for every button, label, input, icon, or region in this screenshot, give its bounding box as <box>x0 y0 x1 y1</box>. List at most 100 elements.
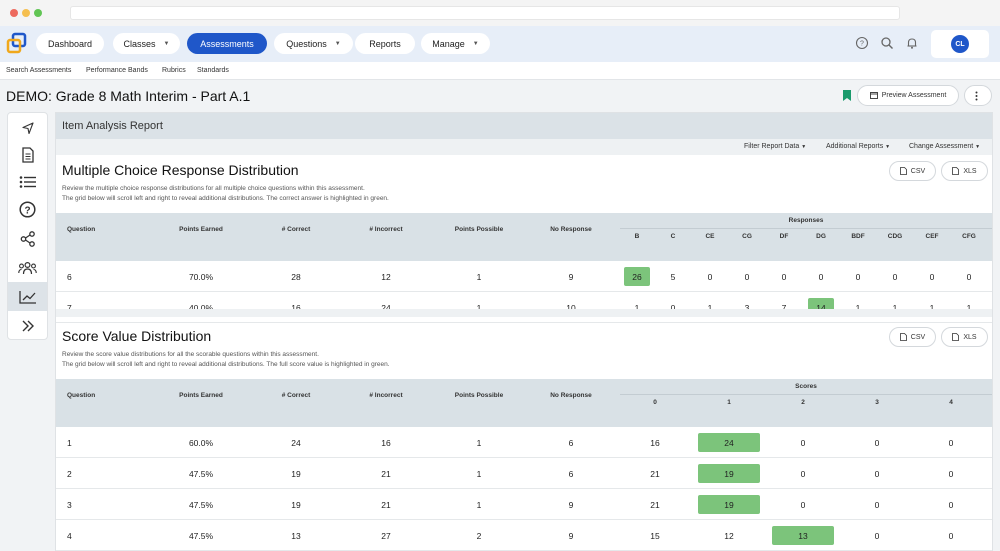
column-header-correct[interactable]: # Correct <box>256 392 336 399</box>
rail-share[interactable] <box>8 224 47 253</box>
column-header-points-earned[interactable]: Points Earned <box>161 392 241 399</box>
column-header-question[interactable]: Question <box>67 226 95 233</box>
mc-section-title: Multiple Choice Response Distribution <box>62 162 299 178</box>
chevron-down-icon: ▼ <box>801 144 807 150</box>
column-header-response[interactable]: CFG <box>949 233 989 240</box>
rail-document[interactable] <box>8 140 47 169</box>
mc-description-line-2: The grid below will scroll left and righ… <box>62 195 389 202</box>
cell-value: 1 <box>855 302 861 313</box>
app-logo-icon[interactable] <box>6 32 28 54</box>
browser-chrome <box>0 0 1000 26</box>
search-icon[interactable] <box>880 36 894 50</box>
column-header-score[interactable]: 1 <box>709 399 749 406</box>
cell-incorrect: 21 <box>381 499 391 510</box>
mc-csv-button[interactable]: CSV <box>889 161 936 181</box>
column-header-no-response[interactable]: No Response <box>531 226 611 233</box>
svg-text:?: ? <box>860 41 864 48</box>
column-header-points-earned[interactable]: Points Earned <box>161 226 241 233</box>
column-header-score[interactable]: 0 <box>635 399 675 406</box>
subnav-search-assessments[interactable]: Search Assessments <box>6 67 71 74</box>
nav-classes[interactable]: Classes ▼ <box>113 33 180 54</box>
table-row: 3 47.5% 19 21 1 9 21 19 0 0 0 <box>56 489 992 520</box>
nav-questions[interactable]: Questions ▼ <box>274 33 353 54</box>
subnav-rubrics[interactable]: Rubrics <box>162 67 186 74</box>
column-header-points-possible[interactable]: Points Possible <box>439 226 519 233</box>
grid-header: Question Points Earned # Correct # Incorrec… <box>56 213 992 261</box>
file-icon <box>899 333 907 341</box>
cell-value: 0 <box>781 271 787 282</box>
column-header-incorrect[interactable]: # Incorrect <box>346 392 426 399</box>
filter-report-data-menu[interactable]: Filter Report Data ▼ <box>744 143 806 150</box>
cell-value: 0 <box>818 271 824 282</box>
subnav-performance-bands[interactable]: Performance Bands <box>86 67 148 74</box>
table-row: 1 60.0% 24 16 1 6 16 24 0 0 0 <box>56 427 992 458</box>
column-header-correct[interactable]: # Correct <box>256 226 336 233</box>
cell-incorrect: 12 <box>381 271 391 282</box>
cell-no-response: 6 <box>568 468 574 479</box>
column-header-response[interactable]: DF <box>764 233 804 240</box>
cell-incorrect: 21 <box>381 468 391 479</box>
column-header-score[interactable]: 4 <box>931 399 971 406</box>
column-header-score[interactable]: 3 <box>857 399 897 406</box>
nav-assessments[interactable]: Assessments <box>187 33 267 54</box>
column-header-question[interactable]: Question <box>67 392 95 399</box>
rail-chart[interactable] <box>8 282 47 311</box>
cell-incorrect: 24 <box>381 302 391 313</box>
column-header-response[interactable]: CEF <box>912 233 952 240</box>
column-group-header: Responses <box>788 217 824 224</box>
bell-icon[interactable] <box>905 36 919 50</box>
cell-no-response: 9 <box>568 499 574 510</box>
address-bar[interactable] <box>70 6 900 20</box>
rail-list[interactable] <box>8 167 47 196</box>
mc-xls-button[interactable]: XLS <box>941 161 988 181</box>
nav-label: Questions <box>286 38 327 49</box>
maximize-window-icon[interactable] <box>34 9 42 17</box>
column-header-response[interactable]: B <box>617 233 657 240</box>
table-row: 7 40.0% 16 24 1 10 1 0 1 3 7 14 1 1 1 1 <box>56 292 992 323</box>
cell-value: 0 <box>948 468 954 479</box>
cell-value: 16 <box>650 437 660 448</box>
cell-value: 15 <box>650 530 660 541</box>
section-divider <box>56 309 992 317</box>
cell-value: 13 <box>798 530 808 541</box>
user-menu[interactable]: CL <box>931 30 989 58</box>
column-header-response[interactable]: DG <box>801 233 841 240</box>
minimize-window-icon[interactable] <box>22 9 30 17</box>
bookmark-icon[interactable] <box>843 90 851 101</box>
preview-assessment-button[interactable]: Preview Assessment <box>857 85 959 106</box>
more-options-button[interactable] <box>964 85 992 106</box>
rail-question[interactable]: ? <box>8 195 47 224</box>
column-header-no-response[interactable]: No Response <box>531 392 611 399</box>
column-header-points-possible[interactable]: Points Possible <box>439 392 519 399</box>
rail-navigate[interactable] <box>8 113 47 142</box>
close-window-icon[interactable] <box>10 9 18 17</box>
rail-expand[interactable] <box>8 311 47 340</box>
cell-value: 0 <box>855 271 861 282</box>
additional-reports-menu[interactable]: Additional Reports ▼ <box>826 143 890 150</box>
csv-label: CSV <box>910 167 926 175</box>
help-icon[interactable]: ? <box>855 36 869 50</box>
column-header-response[interactable]: BDF <box>838 233 878 240</box>
column-header-response[interactable]: CDG <box>875 233 915 240</box>
column-header-response[interactable]: CG <box>727 233 767 240</box>
column-header-score[interactable]: 2 <box>783 399 823 406</box>
cell-value: 0 <box>707 271 713 282</box>
column-header-response[interactable]: CE <box>690 233 730 240</box>
rail-users[interactable] <box>8 253 47 282</box>
sv-csv-button[interactable]: CSV <box>889 327 936 347</box>
column-header-response[interactable]: C <box>653 233 693 240</box>
column-header-incorrect[interactable]: # Incorrect <box>346 226 426 233</box>
nav-dashboard[interactable]: Dashboard <box>36 33 104 54</box>
cell-value: 0 <box>874 499 880 510</box>
nav-reports[interactable]: Reports <box>355 33 415 54</box>
subnav-standards[interactable]: Standards <box>197 67 229 74</box>
sv-xls-button[interactable]: XLS <box>941 327 988 347</box>
nav-manage[interactable]: Manage ▼ <box>421 33 490 54</box>
cell-value: 1 <box>707 302 713 313</box>
cell-value: 1 <box>634 302 640 313</box>
change-assessment-menu[interactable]: Change Assessment ▼ <box>909 143 980 150</box>
cell-incorrect: 16 <box>381 437 391 448</box>
table-row: 4 47.5% 13 27 2 9 15 12 13 0 0 <box>56 520 992 551</box>
cell-points-possible: 1 <box>476 302 482 313</box>
avatar[interactable]: CL <box>951 35 969 53</box>
